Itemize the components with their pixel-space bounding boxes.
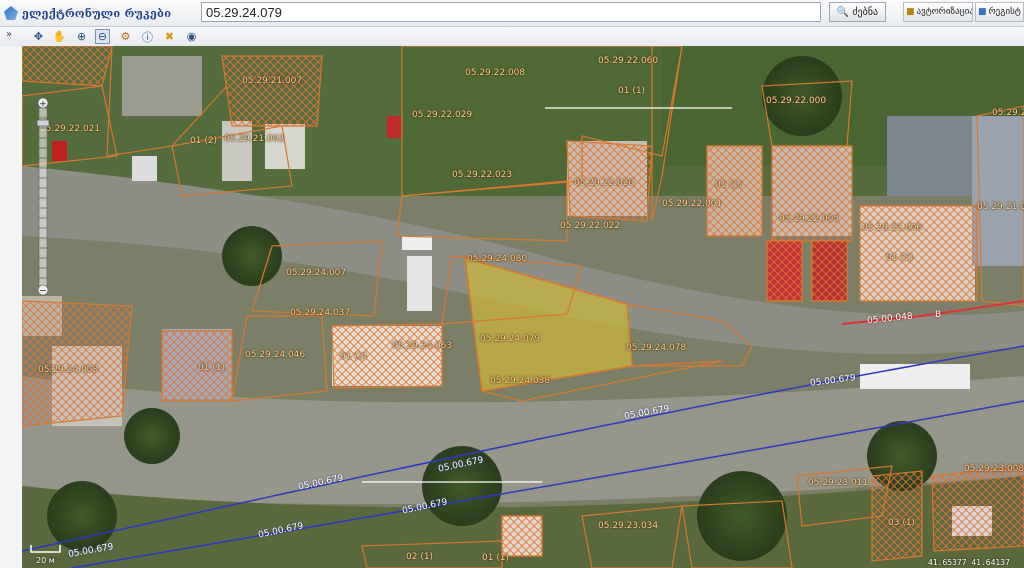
parcel-labels: 05.29.22.021 05.29.21.007 05.29.22.060 0… <box>22 46 1024 568</box>
parcel-label[interactable]: 05.29.23.011 <box>808 478 868 488</box>
parcel-label[interactable]: 05.29.22.008 <box>465 68 525 78</box>
unit-label[interactable]: 01 (1) <box>482 553 509 563</box>
scale-bar <box>30 545 61 553</box>
coordinate-readout: 41.65377 41.64137 <box>928 558 1010 567</box>
parcel-label[interactable]: 05.29.24.038 <box>490 376 550 386</box>
move-icon[interactable]: ✥ <box>31 29 46 44</box>
road-label[interactable]: 05.00.679 <box>623 404 670 422</box>
zoom-out-icon[interactable]: ⊖ <box>95 29 110 44</box>
parcel-label[interactable]: 05.29.22.006 <box>862 223 922 233</box>
login-button-label: ავტორიზაცია <box>916 7 973 17</box>
logo-text: ელექტრონული რუკები <box>22 6 172 20</box>
parcel-label[interactable]: 05.29.24.063 <box>392 341 452 351</box>
road-label[interactable]: 05.00.679 <box>297 473 344 492</box>
parcel-label[interactable]: 05.29.24.078 <box>626 343 686 353</box>
sidebar-strip <box>0 46 23 568</box>
search-button-label: ძებნა <box>852 6 879 18</box>
parcel-label[interactable]: 05.29.22.024 <box>992 108 1024 118</box>
unit-label[interactable]: 01 (1) <box>886 253 913 263</box>
search-icon: 🔍 <box>836 6 850 18</box>
parcel-label[interactable]: 05.29.21.002 <box>224 134 284 144</box>
parcel-label[interactable]: 05.29.22.023 <box>452 170 512 180</box>
login-button[interactable]: ■ ავტორიზაცია <box>903 2 973 22</box>
boundary-letter: B <box>935 310 942 320</box>
user-icon: ■ <box>906 7 915 17</box>
zoom-slider[interactable]: + − <box>32 98 54 296</box>
parcel-label[interactable]: 05.29.22.022 <box>560 221 620 231</box>
map-canvas[interactable]: 05.29.22.021 05.29.21.007 05.29.22.060 0… <box>22 46 1024 568</box>
pan-icon[interactable]: ✋ <box>52 29 67 44</box>
scale-label: 20 м <box>36 556 55 565</box>
register-button-label: რეგისტ <box>988 7 1021 17</box>
parcel-label[interactable]: 05.29.24.046 <box>245 350 305 360</box>
parcel-label[interactable]: 05.29.22.060 <box>598 56 658 66</box>
unit-label[interactable]: 01 (2) <box>190 136 217 146</box>
top-bar: ელექტრონული რუკები 🔍 ძებნა ■ ავტორიზაცია… <box>0 0 1024 27</box>
zoom-in-icon[interactable]: ⊕ <box>74 29 89 44</box>
parcel-label[interactable]: 05.29.22.005 <box>779 214 839 224</box>
parcel-label[interactable]: 05.29.24.080 <box>467 254 527 264</box>
app-logo[interactable]: ელექტრონული რუკები <box>4 3 171 23</box>
logo-icon <box>4 6 18 20</box>
unit-label[interactable]: 01 (1) <box>715 180 742 190</box>
parcel-label[interactable]: 05.29.23.034 <box>598 521 658 531</box>
road-label[interactable]: 05.00.679 <box>401 497 448 516</box>
map-toolbar: » ✥ ✋ ⊕ ⊖ ⚙ ⓘ ✖ ◉ <box>0 27 1024 47</box>
road-label[interactable]: 05.00.679 <box>67 542 114 560</box>
unit-label[interactable]: 01 (1) <box>198 363 225 373</box>
parcel-label[interactable]: 05.29.24.037 <box>290 308 350 318</box>
unit-label[interactable]: 01 (1) <box>618 86 645 96</box>
parcel-label[interactable]: 05.29.24.007 <box>286 268 346 278</box>
clear-icon[interactable]: ✖ <box>162 29 177 44</box>
parcel-label[interactable]: 05.29.24.008 <box>38 365 98 375</box>
parcel-label[interactable]: 05.29.22.001 <box>662 199 722 209</box>
register-button[interactable]: ■ რეგისტ <box>975 2 1024 22</box>
search-button[interactable]: 🔍 ძებნა <box>829 2 886 22</box>
register-icon: ■ <box>978 7 987 17</box>
road-label[interactable]: 05.00.679 <box>810 373 857 389</box>
parcel-label-selected[interactable]: 05.29.24.079 <box>480 334 540 344</box>
unit-label[interactable]: 02 (1) <box>406 552 433 562</box>
minus-icon: − <box>39 287 47 297</box>
parcel-label[interactable]: 05.29.22.000 <box>766 96 826 106</box>
parcel-label[interactable]: 05.29.23.008 <box>964 464 1024 474</box>
parcel-label[interactable]: 05.29.21.007 <box>242 76 302 86</box>
road-label-red[interactable]: 05.00.048 <box>867 312 914 327</box>
unit-label[interactable]: 01 (3) <box>340 352 367 362</box>
info-icon[interactable]: ⓘ <box>140 29 155 44</box>
collapse-panel-button[interactable]: » <box>2 29 16 40</box>
unit-label[interactable]: 03 (1) <box>888 518 915 528</box>
globe-icon[interactable]: ◉ <box>184 29 199 44</box>
measure-icon[interactable]: ⚙ <box>118 29 133 44</box>
search-input[interactable] <box>201 2 821 22</box>
zoom-handle[interactable] <box>36 119 50 127</box>
plus-icon: + <box>39 100 47 110</box>
parcel-label[interactable]: 05.29.22.029 <box>412 110 472 120</box>
parcel-label[interactable]: 05.29.21.020 <box>977 202 1024 212</box>
parcel-label[interactable]: 05.29.22.020 <box>574 178 634 188</box>
road-label[interactable]: 05.00.679 <box>257 521 304 540</box>
road-label[interactable]: 05.00.679 <box>437 455 484 474</box>
